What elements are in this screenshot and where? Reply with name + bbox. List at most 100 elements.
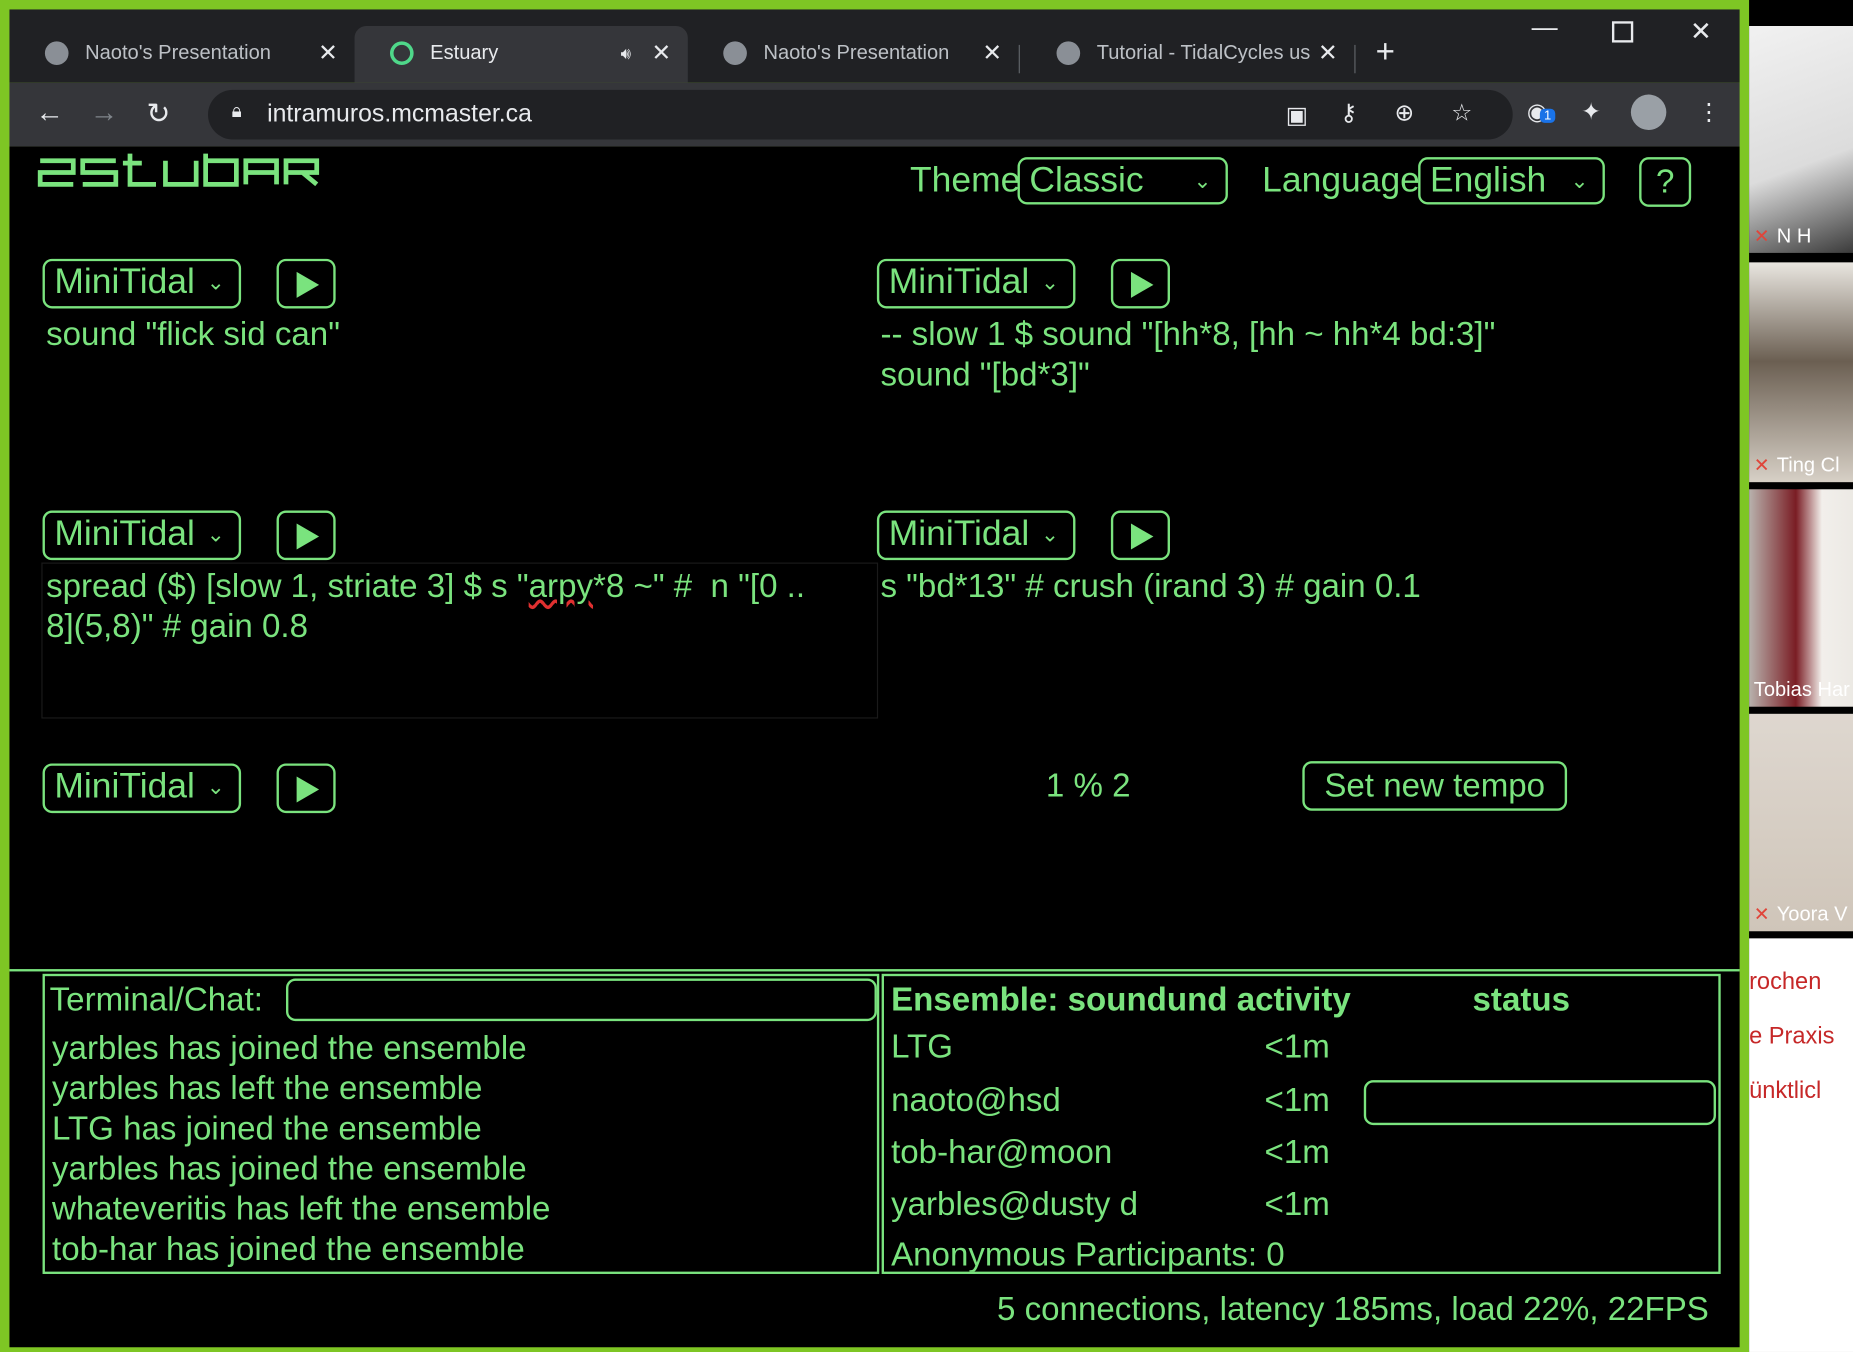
tab-strip: Naoto's Presentation ✕ Estuary 🔊︎ ✕ Naot… — [9, 9, 1740, 83]
globe-icon — [723, 41, 747, 65]
bookmark-star-icon[interactable]: ☆ — [1451, 98, 1472, 128]
theme-select[interactable]: Classic ⌄ — [1017, 157, 1228, 205]
browser-window: Naoto's Presentation ✕ Estuary 🔊︎ ✕ Naot… — [0, 0, 1750, 1352]
language-select-editor-2[interactable]: MiniTidal ⌄ — [876, 258, 1076, 309]
participant-video-label: ✕ N H — [1754, 225, 1812, 249]
code-editor-1[interactable]: sound "flick sid can" — [46, 314, 861, 354]
chat-fragment: ünktlicl — [1749, 1077, 1822, 1104]
new-tab-button[interactable]: + — [1376, 33, 1395, 71]
language-select-editor-1[interactable]: MiniTidal ⌄ — [42, 258, 242, 309]
chevron-down-icon: ⌄ — [206, 522, 225, 546]
participant-video-name: Ting Cl — [1776, 453, 1840, 477]
puzzle-extensions-icon[interactable]: ✦ — [1581, 97, 1601, 127]
participant-video-3[interactable]: Tobias Har — [1749, 489, 1853, 707]
participant-name: tob-har@moon — [891, 1133, 1113, 1170]
zoom-icon[interactable]: ⊕ — [1395, 98, 1415, 128]
close-window-button[interactable]: ✕ — [1690, 17, 1712, 48]
code-editor-4[interactable]: s "bd*13" # crush (irand 3) # gain 0.1 — [880, 566, 1707, 606]
chat-message: yarbles has joined the ensemble — [51, 1149, 527, 1187]
key-icon[interactable]: ⚷ — [1340, 98, 1357, 128]
status-input[interactable] — [1363, 1080, 1716, 1126]
close-tab-icon[interactable]: ✕ — [318, 26, 338, 80]
close-tab-icon[interactable]: ✕ — [1318, 26, 1338, 80]
code-text: spread ($) [slow 1, striate 3] $ s " — [46, 567, 529, 604]
participant-video-name: N H — [1776, 224, 1812, 247]
code-editor-3[interactable]: spread ($) [slow 1, striate 3] $ s "arpy… — [46, 566, 871, 646]
theme-value: Classic — [1029, 160, 1144, 200]
participant-video-name: Tobias Har — [1753, 678, 1850, 701]
status-footer: 5 connections, latency 185ms, load 22%, … — [997, 1290, 1709, 1328]
play-icon — [296, 776, 320, 803]
status-header: status — [1472, 980, 1570, 1018]
code-text-misspelled: arpy — [528, 567, 594, 604]
participant-activity: <1m — [1264, 1028, 1330, 1065]
zoom-chat-panel: rochen e Praxis ünktlicl — [1749, 938, 1853, 1352]
language-select[interactable]: English ⌄ — [1418, 157, 1605, 205]
maximize-button[interactable] — [1611, 21, 1634, 43]
camera-blocked-icon[interactable]: ▣ — [1286, 100, 1308, 130]
tab-separator — [1354, 44, 1356, 74]
address-bar[interactable]: 🔒︎ intramuros.mcmaster.ca ▣ ⚷ ⊕ ☆ — [207, 89, 1513, 140]
muted-mic-icon: ✕ — [1753, 456, 1770, 477]
muted-mic-icon: ✕ — [1753, 226, 1770, 247]
chevron-down-icon: ⌄ — [1041, 522, 1059, 546]
language-select-editor-3[interactable]: MiniTidal ⌄ — [42, 510, 242, 561]
editor-language: MiniTidal — [888, 514, 1030, 554]
participant-video-2[interactable]: ✕ Ting Cl — [1749, 262, 1853, 483]
tab-tutorial-tidalcycles[interactable]: Tutorial - TidalCycles us ✕ — [1021, 26, 1354, 83]
url-text: intramuros.mcmaster.ca — [267, 100, 532, 128]
extension-badge: 1 — [1540, 108, 1555, 123]
speaker-icon[interactable]: 🔊︎ — [621, 26, 631, 80]
reload-icon[interactable]: ↻ — [147, 97, 171, 131]
language-select-editor-4[interactable]: MiniTidal ⌄ — [876, 510, 1076, 561]
language-select-editor-5[interactable]: MiniTidal ⌄ — [42, 763, 242, 814]
play-icon — [1130, 271, 1154, 298]
help-button[interactable]: ? — [1639, 157, 1692, 207]
set-new-tempo-button[interactable]: Set new tempo — [1302, 761, 1568, 811]
kebab-menu-icon[interactable]: ⋮ — [1697, 97, 1721, 127]
language-label: Language — [1262, 160, 1420, 200]
chevron-down-icon: ⌄ — [1193, 168, 1212, 193]
chat-fragment: e Praxis — [1749, 1023, 1835, 1050]
forward-arrow-icon[interactable]: → — [90, 97, 118, 130]
tab-naotos-presentation-2[interactable]: Naoto's Presentation ✕ — [688, 26, 1019, 83]
theme-label: Theme — [909, 160, 1021, 200]
estuary-logo — [37, 153, 320, 187]
tab-estuary[interactable]: Estuary 🔊︎ ✕ — [354, 25, 688, 83]
ensemble-panel: Ensemble: soundund activity status LTG <… — [881, 973, 1721, 1274]
estuary-page: Theme Classic ⌄ Language English ⌄ ? Min… — [9, 146, 1740, 1348]
play-icon — [296, 271, 320, 298]
muted-mic-icon: ✕ — [1753, 905, 1770, 926]
editor-language: MiniTidal — [54, 766, 195, 806]
participant-activity: <1m — [1264, 1081, 1330, 1118]
close-tab-icon[interactable]: ✕ — [982, 26, 1002, 80]
minimize-button[interactable]: — — [1532, 12, 1558, 43]
chevron-down-icon: ⌄ — [1041, 270, 1059, 295]
globe-icon — [1056, 41, 1081, 65]
back-arrow-icon[interactable]: ← — [35, 97, 63, 130]
participant-name: LTG — [891, 1028, 953, 1065]
play-button-editor-5[interactable] — [276, 763, 336, 814]
estuary-favicon-icon — [389, 41, 414, 65]
chat-fragment: rochen — [1749, 969, 1822, 996]
chat-message: tob-har has joined the ensemble — [51, 1230, 525, 1267]
participant-video-name: Yoora V — [1776, 902, 1848, 926]
play-button-editor-4[interactable] — [1110, 510, 1170, 561]
tab-naotos-presentation-1[interactable]: Naoto's Presentation ✕ — [9, 26, 354, 83]
code-editor-2[interactable]: -- slow 1 $ sound "[hh*8, [hh ~ hh*4 bd:… — [880, 314, 1707, 394]
participant-video-1[interactable]: ✕ N H — [1749, 25, 1853, 253]
browser-toolbar: ← → ↻ 🔒︎ intramuros.mcmaster.ca ▣ ⚷ ⊕ ☆ … — [9, 82, 1740, 147]
participant-video-label: ✕ Ting Cl — [1754, 454, 1840, 478]
tab-title: Tutorial - TidalCycles us — [1096, 41, 1311, 64]
participant-video-label: ✕ Yoora V — [1754, 903, 1848, 927]
play-icon — [1130, 523, 1154, 550]
participant-video-4[interactable]: ✕ Yoora V — [1749, 713, 1853, 932]
extension-icon[interactable]: ◉1 — [1527, 97, 1555, 127]
play-button-editor-2[interactable] — [1110, 258, 1170, 309]
terminal-label: Terminal/Chat: — [49, 980, 263, 1018]
profile-avatar[interactable] — [1630, 94, 1667, 130]
chat-input[interactable] — [285, 978, 877, 1022]
play-button-editor-1[interactable] — [276, 258, 336, 309]
close-tab-icon[interactable]: ✕ — [651, 26, 671, 80]
play-button-editor-3[interactable] — [276, 510, 336, 561]
